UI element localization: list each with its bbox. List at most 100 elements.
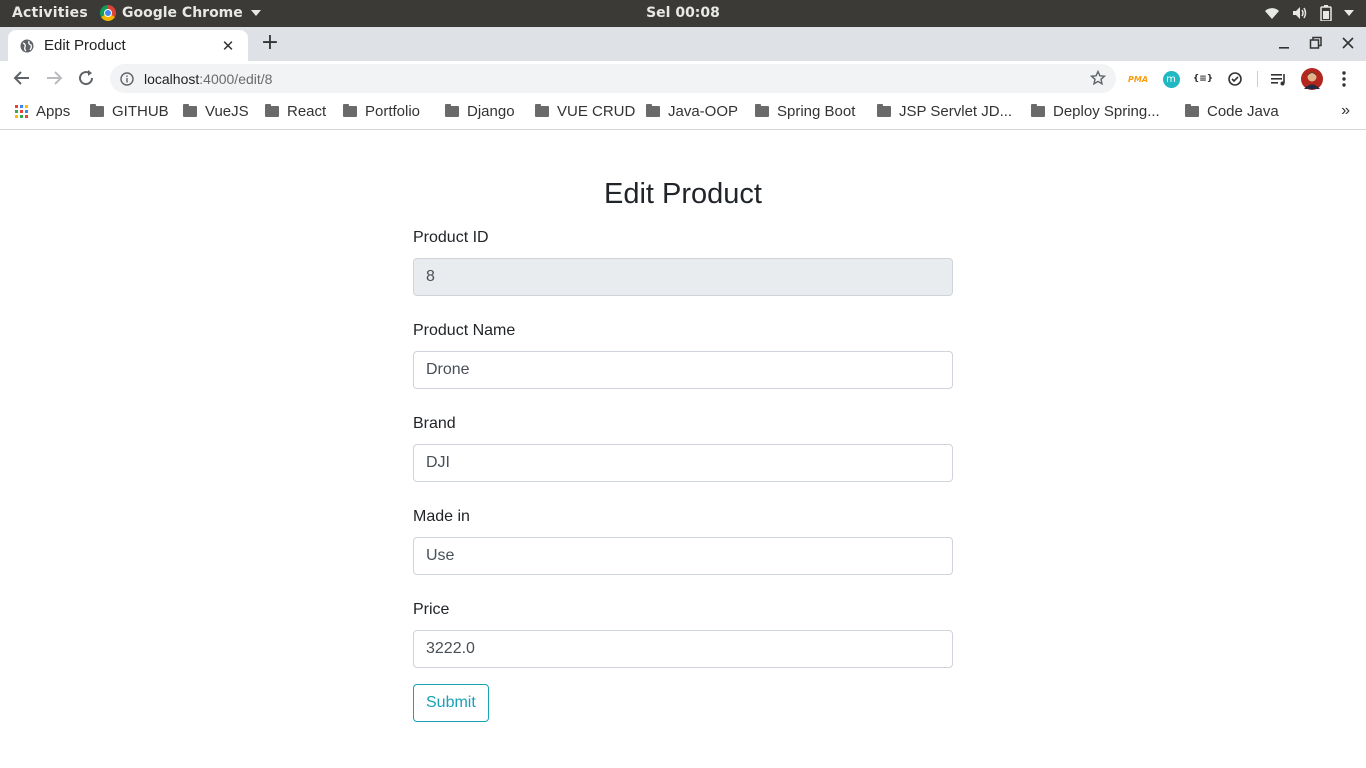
bookmark-vue-crud[interactable]: VUE CRUD bbox=[535, 103, 635, 120]
made-in-group: Made in bbox=[413, 508, 953, 575]
bookmark-label: VueJS bbox=[205, 103, 249, 120]
browser-toolbar: localhost:4000/edit/8 PMA m {≡} bbox=[0, 61, 1366, 96]
system-top-bar: Activities Google Chrome Sel 00:08 bbox=[0, 0, 1366, 27]
bookmarks-overflow-button[interactable]: » bbox=[1341, 102, 1350, 120]
price-field[interactable] bbox=[413, 630, 953, 668]
bookmark-label: Apps bbox=[36, 103, 71, 120]
product-name-group: Product Name bbox=[413, 322, 953, 389]
toolbar-divider bbox=[1257, 71, 1258, 87]
submit-button[interactable]: Submit bbox=[413, 684, 489, 722]
tab-close-icon[interactable]: ✕ bbox=[220, 37, 236, 55]
folder-icon bbox=[90, 104, 104, 117]
bookmark-code-java[interactable]: Code Java bbox=[1185, 103, 1279, 120]
product-id-label: Product ID bbox=[413, 229, 489, 246]
bookmark-deploy-spring[interactable]: Deploy Spring... bbox=[1031, 103, 1160, 120]
url-host: localhost bbox=[144, 70, 200, 87]
price-group: Price bbox=[413, 601, 953, 668]
app-menu[interactable]: Google Chrome bbox=[100, 5, 261, 21]
bookmark-label: VUE CRUD bbox=[557, 103, 636, 120]
close-window-button[interactable] bbox=[1340, 35, 1356, 51]
bookmark-label: Java-OOP bbox=[668, 103, 739, 120]
arrow-left-icon bbox=[13, 71, 29, 85]
url-path: :4000/edit/8 bbox=[199, 70, 273, 87]
folder-icon bbox=[877, 104, 891, 117]
bookmark-label: GITHUB bbox=[112, 103, 169, 120]
folder-icon bbox=[755, 104, 769, 117]
bookmark-react[interactable]: React bbox=[265, 103, 326, 120]
bookmark-label: React bbox=[287, 103, 327, 120]
bookmark-label: Django bbox=[467, 103, 515, 120]
sync-icon[interactable] bbox=[1225, 69, 1245, 89]
bookmark-vuejs[interactable]: VueJS bbox=[183, 103, 249, 120]
back-button[interactable] bbox=[12, 68, 32, 88]
product-name-label: Product Name bbox=[413, 322, 516, 339]
product-id-group: Product ID bbox=[413, 229, 953, 296]
media-controls-icon[interactable] bbox=[1269, 69, 1289, 89]
app-menu-label: Google Chrome bbox=[122, 5, 243, 21]
bookmark-label: Deploy Spring... bbox=[1053, 103, 1160, 120]
globe-icon bbox=[20, 39, 34, 52]
json-viewer-extension-icon[interactable]: {≡} bbox=[1193, 69, 1213, 89]
system-tray[interactable] bbox=[1264, 5, 1354, 21]
reload-button[interactable] bbox=[76, 68, 96, 88]
bookmark-label: JSP Servlet JD... bbox=[899, 103, 1013, 120]
window-controls bbox=[1276, 35, 1356, 51]
phpmyadmin-extension-label: PMA bbox=[1128, 74, 1149, 84]
folder-icon bbox=[183, 104, 197, 117]
bookmark-spring-boot[interactable]: Spring Boot bbox=[755, 103, 855, 120]
brand-field[interactable] bbox=[413, 444, 953, 482]
apps-grid-icon bbox=[15, 105, 28, 118]
folder-icon bbox=[646, 104, 660, 117]
bookmarks-bar: Apps GITHUB VueJS React Portfolio Django… bbox=[0, 96, 1366, 130]
bookmark-jsp-servlet[interactable]: JSP Servlet JD... bbox=[877, 103, 1012, 120]
caret-down-icon bbox=[250, 10, 261, 16]
price-label: Price bbox=[413, 601, 450, 618]
bookmark-apps[interactable]: Apps bbox=[15, 103, 70, 120]
page-title: Edit Product bbox=[604, 178, 762, 210]
mercury-extension-icon[interactable]: m bbox=[1161, 69, 1181, 89]
info-icon[interactable] bbox=[120, 71, 134, 86]
mercury-extension-label: m bbox=[1162, 70, 1180, 88]
bookmark-portfolio[interactable]: Portfolio bbox=[343, 103, 420, 120]
wifi-icon bbox=[1265, 8, 1279, 19]
bookmark-java-oop[interactable]: Java-OOP bbox=[646, 103, 738, 120]
tab-edit-product[interactable]: Edit Product ✕ bbox=[8, 30, 248, 61]
bookmark-github[interactable]: GITHUB bbox=[90, 103, 169, 120]
tab-title: Edit Product bbox=[44, 37, 126, 54]
reload-icon bbox=[79, 70, 94, 86]
volume-icon bbox=[1293, 7, 1307, 19]
bookmark-label: Spring Boot bbox=[777, 103, 856, 120]
folder-icon bbox=[265, 104, 279, 117]
brand-group: Brand bbox=[413, 415, 953, 482]
folder-icon bbox=[445, 104, 459, 117]
bookmark-label: Portfolio bbox=[365, 103, 421, 120]
brand-label: Brand bbox=[413, 415, 456, 432]
product-name-field[interactable] bbox=[413, 351, 953, 389]
made-in-label: Made in bbox=[413, 508, 470, 525]
folder-icon bbox=[535, 104, 549, 117]
new-tab-button[interactable]: + bbox=[260, 32, 280, 56]
battery-icon bbox=[1320, 5, 1332, 21]
restore-button[interactable] bbox=[1308, 35, 1324, 51]
bookmark-label: Code Java bbox=[1207, 103, 1279, 120]
phpmyadmin-extension-icon[interactable]: PMA bbox=[1128, 69, 1148, 89]
page-content: Edit Product Product ID Product Name Bra… bbox=[0, 131, 1366, 768]
made-in-field[interactable] bbox=[413, 537, 953, 575]
star-icon[interactable] bbox=[1090, 70, 1106, 86]
arrow-right-icon bbox=[47, 71, 63, 85]
folder-icon bbox=[1185, 104, 1199, 117]
system-menu-caret-icon bbox=[1344, 10, 1354, 16]
forward-button[interactable] bbox=[44, 68, 64, 88]
activities-button[interactable]: Activities bbox=[12, 5, 88, 21]
folder-icon bbox=[343, 104, 357, 117]
folder-icon bbox=[1031, 104, 1045, 117]
product-id-field[interactable] bbox=[413, 258, 953, 296]
chrome-logo-icon bbox=[100, 5, 116, 21]
bookmark-django[interactable]: Django bbox=[445, 103, 515, 120]
tab-strip: Edit Product ✕ + bbox=[0, 27, 1366, 61]
address-bar[interactable]: localhost:4000/edit/8 bbox=[110, 64, 1116, 93]
avatar[interactable] bbox=[1301, 68, 1323, 90]
minimize-button[interactable] bbox=[1276, 35, 1292, 51]
clock[interactable]: Sel 00:08 bbox=[646, 5, 720, 21]
kebab-menu-icon[interactable] bbox=[1334, 69, 1354, 89]
